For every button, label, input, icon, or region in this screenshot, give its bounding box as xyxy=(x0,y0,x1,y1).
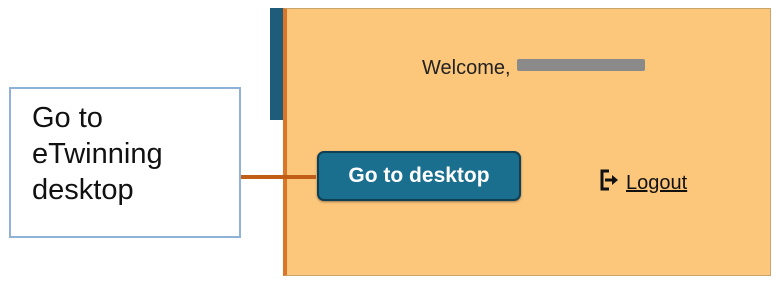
logout-link[interactable]: Logout xyxy=(600,169,687,197)
welcome-message: Welcome, xyxy=(422,57,645,80)
user-panel: Welcome, Go to desktop Logout xyxy=(283,8,771,276)
redacted-user-name xyxy=(516,59,645,71)
callout-connector xyxy=(241,175,316,179)
logout-label: Logout xyxy=(626,171,688,194)
callout-box: Go to eTwinning desktop xyxy=(9,87,241,238)
callout-line-1: Go to xyxy=(32,102,103,134)
welcome-label: Welcome, xyxy=(422,57,511,79)
go-to-desktop-button[interactable]: Go to desktop xyxy=(317,151,521,201)
callout-line-3: desktop xyxy=(32,173,134,206)
logout-arrow-icon xyxy=(600,169,620,197)
header-sliver xyxy=(270,8,284,120)
callout-line-2: eTwinning xyxy=(32,137,163,170)
